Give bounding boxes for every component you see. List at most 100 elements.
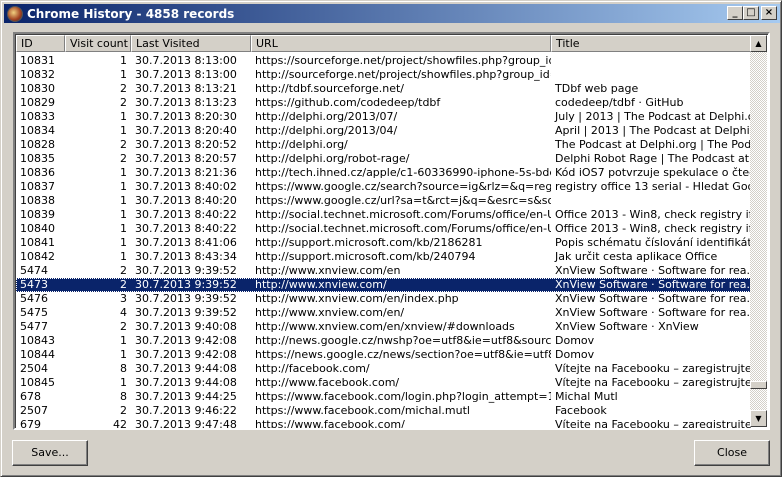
cell-last-visited: 30.7.2013 8:41:06: [135, 236, 237, 249]
cell-id: 5476: [20, 292, 48, 305]
close-button[interactable]: Close: [694, 440, 770, 466]
table-row[interactable]: 10841 1 30.7.2013 8:41:06 http://support.mi…: [16, 236, 751, 250]
table-row[interactable]: 10833 1 30.7.2013 8:20:30 http://delphi.org…: [16, 110, 751, 124]
maximize-button[interactable]: □: [743, 6, 759, 20]
table-row[interactable]: 10830 2 30.7.2013 8:13:21 http://tdbf.sourc…: [16, 82, 751, 96]
cell-url: http://facebook.com/: [255, 362, 370, 375]
title-bar: Chrome History - 4858 records _ □ ×: [4, 4, 780, 23]
scroll-up-button[interactable]: ▲: [750, 35, 767, 52]
column-header-visit-count[interactable]: Visit count: [65, 35, 131, 52]
table-row[interactable]: 10839 1 30.7.2013 8:40:22 http://social.tec…: [16, 208, 751, 222]
table-row[interactable]: 5475 4 30.7.2013 9:39:52 http://www.xnview.…: [16, 306, 751, 320]
cell-url: https://sourceforge.net/project/showfile…: [255, 54, 551, 67]
cell-url: http://sourceforge.net/project/showfiles…: [255, 68, 551, 81]
table-row[interactable]: 10829 2 30.7.2013 8:13:23 https://github.co…: [16, 96, 751, 110]
table-row[interactable]: 5477 2 30.7.2013 9:40:08 http://www.xnview.…: [16, 320, 751, 334]
app-icon: [7, 5, 23, 22]
cell-visit-count: 3: [120, 292, 127, 305]
close-window-button[interactable]: ×: [761, 6, 777, 20]
cell-visit-count: 1: [120, 250, 127, 263]
cell-title: Office 2013 - Win8, check registry if ..…: [555, 208, 751, 221]
cell-title: Popis schématu číslování identifikáto...: [555, 236, 751, 249]
table-row[interactable]: 10840 1 30.7.2013 8:40:22 http://social.tec…: [16, 222, 751, 236]
cell-visit-count: 1: [120, 180, 127, 193]
cell-url: http://www.facebook.com/: [255, 376, 400, 389]
cell-url: http://news.google.cz/nwshp?oe=utf8&ie=u…: [255, 334, 551, 347]
cell-id: 10841: [20, 236, 55, 249]
cell-id: 10829: [20, 96, 55, 109]
cell-id: 10844: [20, 348, 55, 361]
column-header-id[interactable]: ID: [16, 35, 65, 52]
cell-last-visited: 30.7.2013 8:13:00: [135, 54, 237, 67]
table-row[interactable]: 10834 1 30.7.2013 8:20:40 http://delphi.org…: [16, 124, 751, 138]
cell-id: 10833: [20, 110, 55, 123]
history-list[interactable]: ID Visit count Last Visited URL Title 10…: [13, 32, 770, 430]
cell-title: codedeep/tdbf · GitHub: [555, 96, 684, 109]
table-row[interactable]: 5473 2 30.7.2013 9:39:52 http://www.xnview.…: [16, 278, 751, 292]
cell-url: http://support.microsoft.com/kb/2186281: [255, 236, 483, 249]
cell-visit-count: 2: [120, 138, 127, 151]
cell-visit-count: 1: [120, 68, 127, 81]
cell-title: XnView Software · Software for rea...: [555, 306, 751, 319]
scroll-down-button[interactable]: ▼: [750, 410, 767, 427]
table-row[interactable]: 10835 2 30.7.2013 8:20:57 http://delphi.org…: [16, 152, 751, 166]
cell-visit-count: 1: [120, 124, 127, 137]
cell-title: XnView Software · XnView: [555, 320, 699, 333]
table-row[interactable]: 2504 8 30.7.2013 9:44:08 http://facebook.co…: [16, 362, 751, 376]
window-title: Chrome History - 4858 records: [27, 6, 235, 21]
table-row[interactable]: 10843 1 30.7.2013 9:42:08 http://news.googl…: [16, 334, 751, 348]
cell-id: 5477: [20, 320, 48, 333]
cell-last-visited: 30.7.2013 8:40:20: [135, 194, 237, 207]
cell-url: http://www.xnview.com/en/index.php: [255, 292, 459, 305]
table-row[interactable]: 2507 2 30.7.2013 9:46:22 https://www.facebo…: [16, 404, 751, 418]
table-row[interactable]: 10844 1 30.7.2013 9:42:08 https://news.goog…: [16, 348, 751, 362]
cell-title: Office 2013 - Win8, check registry if ..…: [555, 222, 751, 235]
table-row[interactable]: 5476 3 30.7.2013 9:39:52 http://www.xnview.…: [16, 292, 751, 306]
cell-visit-count: 8: [120, 390, 127, 403]
cell-visit-count: 2: [120, 320, 127, 333]
table-row[interactable]: 10831 1 30.7.2013 8:13:00 https://sourcefor…: [16, 54, 751, 68]
cell-last-visited: 30.7.2013 8:13:21: [135, 82, 237, 95]
cell-title: Facebook: [555, 404, 607, 417]
cell-last-visited: 30.7.2013 9:47:48: [135, 418, 237, 430]
cell-visit-count: 1: [120, 236, 127, 249]
table-row[interactable]: 10842 1 30.7.2013 8:43:34 http://support.mi…: [16, 250, 751, 264]
cell-id: 2504: [20, 362, 48, 375]
table-row[interactable]: 10828 2 30.7.2013 8:20:52 http://delphi.org…: [16, 138, 751, 152]
cell-last-visited: 30.7.2013 8:21:36: [135, 166, 237, 179]
table-row[interactable]: 678 8 30.7.2013 9:44:25 https://www.faceboo…: [16, 390, 751, 404]
table-row[interactable]: 10837 1 30.7.2013 8:40:02 https://www.googl…: [16, 180, 751, 194]
cell-last-visited: 30.7.2013 9:39:52: [135, 292, 237, 305]
cell-id: 10828: [20, 138, 55, 151]
column-header-url[interactable]: URL: [251, 35, 551, 52]
cell-id: 10830: [20, 82, 55, 95]
cell-id: 10838: [20, 194, 55, 207]
cell-title: Michal Mutl: [555, 390, 618, 403]
cell-visit-count: 1: [120, 208, 127, 221]
scroll-thumb[interactable]: [750, 381, 767, 389]
table-row[interactable]: 10832 1 30.7.2013 8:13:00 http://sourceforg…: [16, 68, 751, 82]
table-row[interactable]: 10838 1 30.7.2013 8:40:20 https://www.googl…: [16, 194, 751, 208]
column-header-title[interactable]: Title: [551, 35, 751, 52]
cell-title: [551, 68, 751, 82]
cell-last-visited: 30.7.2013 9:39:52: [135, 264, 237, 277]
table-row[interactable]: 10836 1 30.7.2013 8:21:36 http://tech.ihned…: [16, 166, 751, 180]
cell-last-visited: 30.7.2013 9:46:22: [135, 404, 237, 417]
cell-last-visited: 30.7.2013 8:20:40: [135, 124, 237, 137]
cell-url: http://delphi.org/robot-rage/: [255, 152, 410, 165]
table-row[interactable]: 679 42 30.7.2013 9:47:48 https://www.facebo…: [16, 418, 751, 430]
save-button[interactable]: Save...: [12, 440, 88, 466]
vertical-scrollbar[interactable]: ▲ ▼: [750, 35, 767, 427]
cell-url: http://delphi.org/2013/07/: [255, 110, 398, 123]
cell-last-visited: 30.7.2013 8:13:00: [135, 68, 237, 81]
table-row[interactable]: 5474 2 30.7.2013 9:39:52 http://www.xnview.…: [16, 264, 751, 278]
table-row[interactable]: 10845 1 30.7.2013 9:44:08 http://www.facebo…: [16, 376, 751, 390]
cell-id: 2507: [20, 404, 48, 417]
cell-last-visited: 30.7.2013 8:20:30: [135, 110, 237, 123]
cell-last-visited: 30.7.2013 8:40:02: [135, 180, 237, 193]
cell-id: 10845: [20, 376, 55, 389]
cell-title: XnView Software · Software for rea...: [555, 264, 751, 277]
minimize-button[interactable]: _: [727, 6, 743, 20]
column-header-last-visited[interactable]: Last Visited: [131, 35, 251, 52]
cell-title: XnView Software · Software for rea...: [555, 278, 751, 291]
